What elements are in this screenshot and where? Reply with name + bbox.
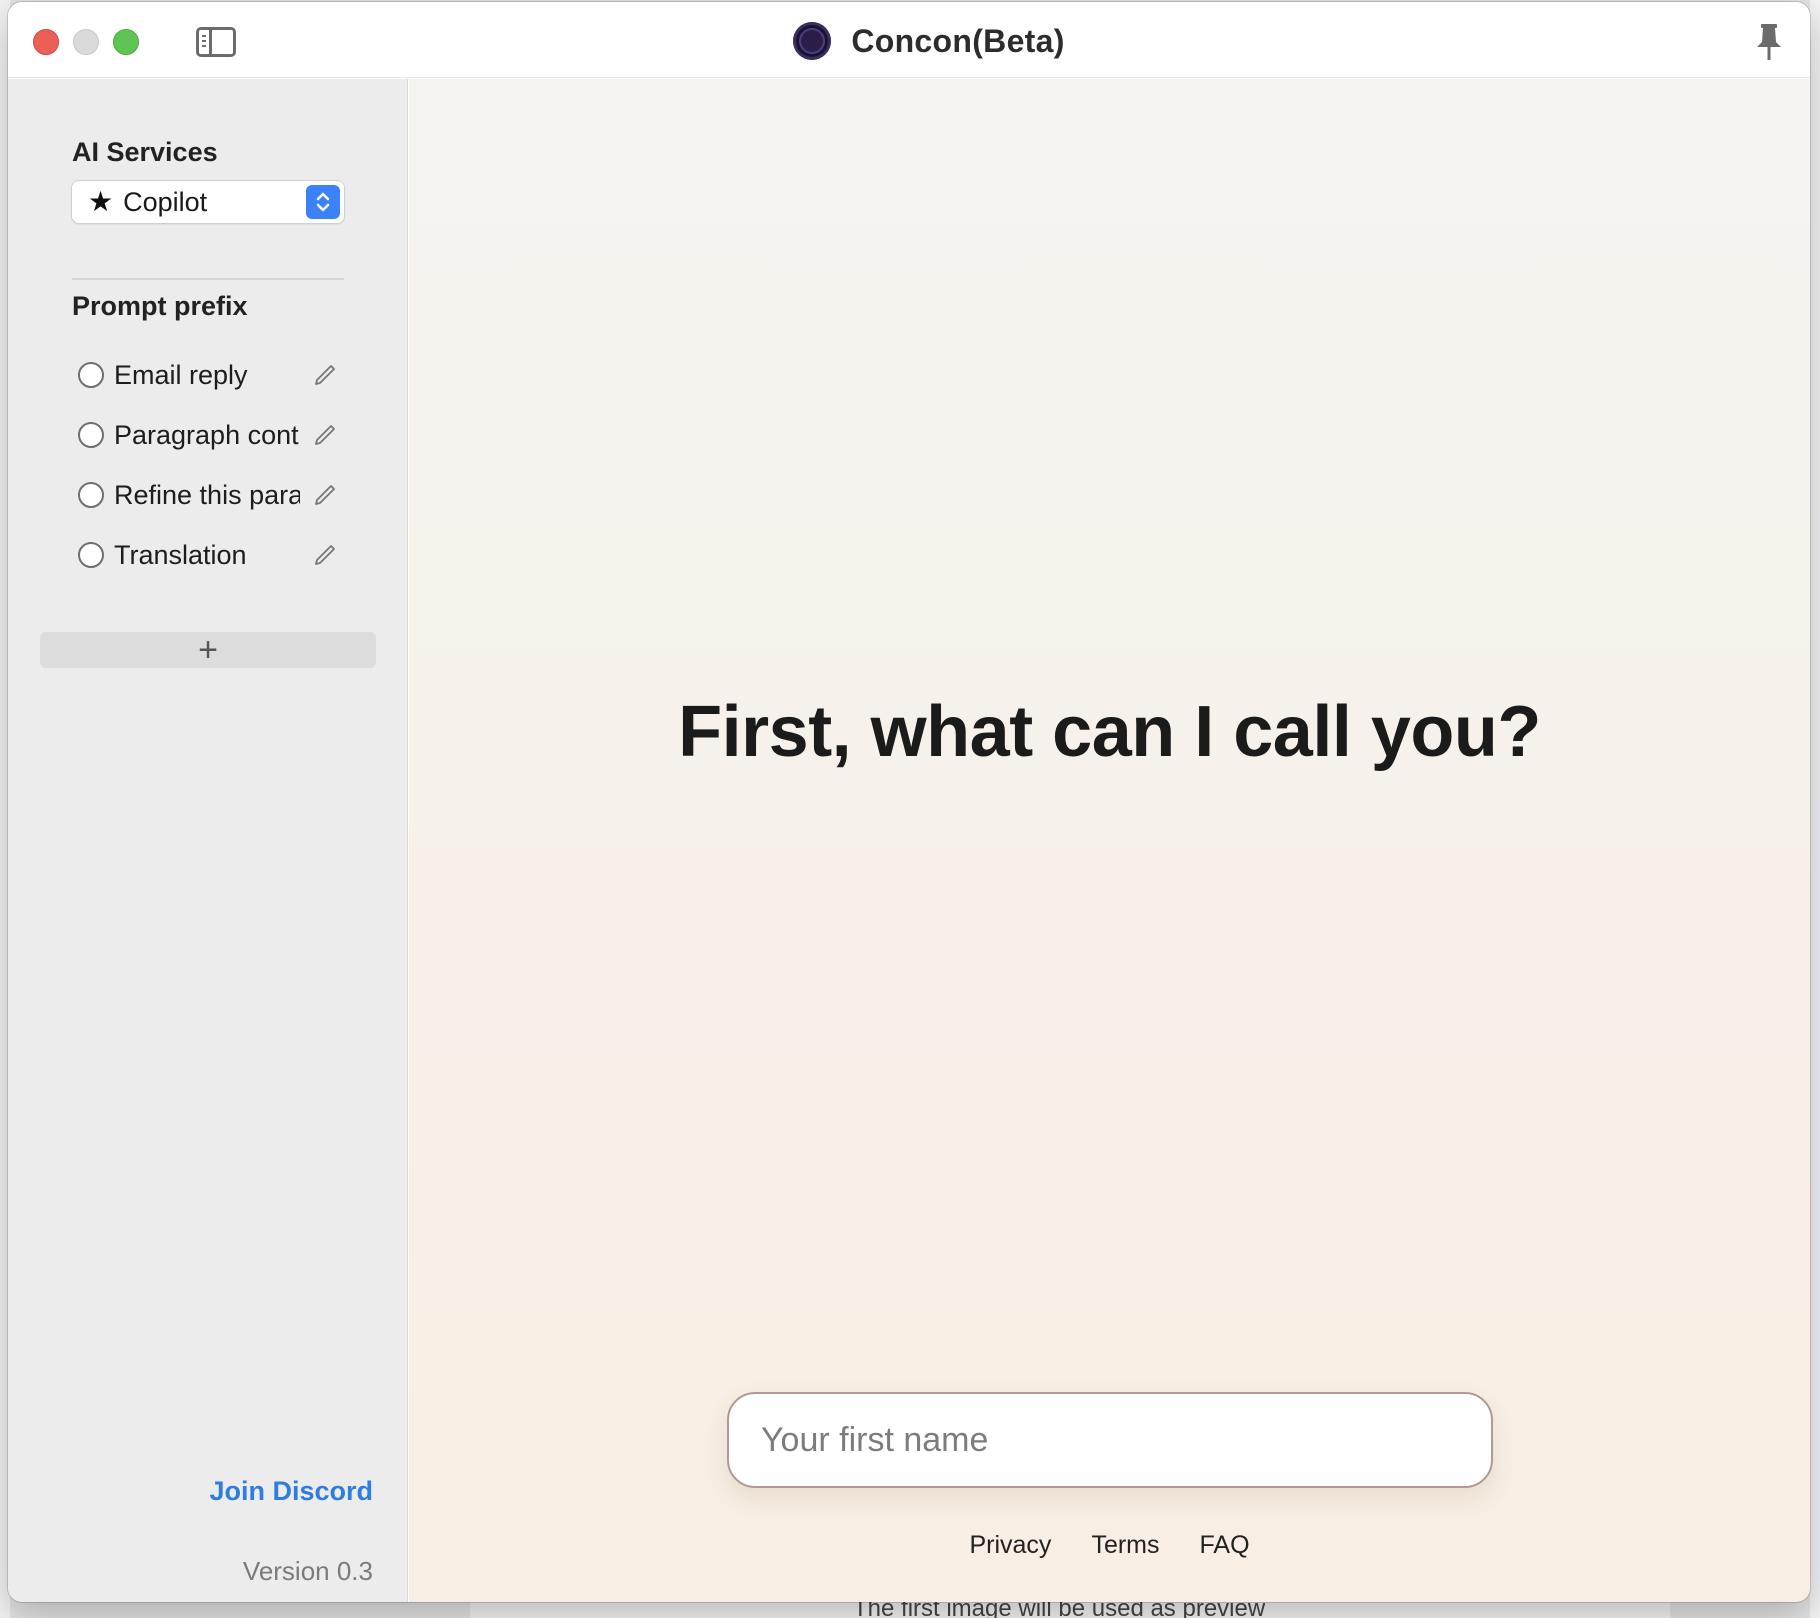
ai-service-select[interactable]: ★ Copilot <box>72 181 344 223</box>
add-prefix-button[interactable]: + <box>40 632 376 668</box>
footer-links: Privacy Terms FAQ <box>409 1531 1810 1560</box>
title-bar: Concon(Beta) <box>8 2 1810 78</box>
prefix-item-translation[interactable]: Translation <box>78 535 343 575</box>
window-title-group: Concon(Beta) <box>8 20 1810 62</box>
prefix-item-paragraph-cont[interactable]: Paragraph cont <box>78 415 343 455</box>
window-title: Concon(Beta) <box>851 22 1065 59</box>
prefix-item-refine-paragraph[interactable]: Refine this para <box>78 475 343 515</box>
prefix-radio[interactable] <box>78 362 104 388</box>
prefix-radio[interactable] <box>78 422 104 448</box>
pencil-icon[interactable] <box>313 483 337 507</box>
chevron-updown-icon <box>306 185 340 219</box>
ai-service-selected-value: Copilot <box>123 186 208 217</box>
prefix-label: Paragraph cont <box>114 419 299 450</box>
sidebar: AI Services ★ Copilot Prompt prefix Emai… <box>8 79 408 1602</box>
join-discord-link[interactable]: Join Discord <box>209 1476 373 1507</box>
pencil-icon[interactable] <box>313 423 337 447</box>
prefix-radio[interactable] <box>78 542 104 568</box>
prefix-radio[interactable] <box>78 482 104 508</box>
pencil-icon[interactable] <box>313 543 337 567</box>
onboarding-headline: First, what can I call you? <box>678 692 1541 772</box>
plus-icon: + <box>198 631 218 669</box>
prefix-label: Email reply <box>114 359 248 390</box>
ai-services-heading: AI Services <box>72 137 218 167</box>
version-label: Version 0.3 <box>242 1556 373 1586</box>
star-icon: ★ <box>88 186 114 217</box>
prompt-prefix-heading: Prompt prefix <box>72 291 248 321</box>
privacy-link[interactable]: Privacy <box>969 1531 1051 1560</box>
first-name-input[interactable] <box>727 1392 1493 1488</box>
app-window: Concon(Beta) AI Services ★ Copilot Promp… <box>8 2 1810 1602</box>
pin-icon[interactable] <box>1754 22 1784 62</box>
app-logo-icon <box>793 22 832 60</box>
main-content: First, what can I call you? Privacy Term… <box>409 79 1810 1602</box>
prefix-label: Translation <box>114 539 247 570</box>
prefix-label: Refine this para <box>114 479 300 510</box>
prefix-item-email-reply[interactable]: Email reply <box>78 355 343 395</box>
background-partial-text: The first image will be used as preview <box>853 1600 1266 1618</box>
faq-link[interactable]: FAQ <box>1200 1531 1250 1560</box>
sidebar-divider <box>72 278 344 280</box>
background-window-right <box>1810 0 1820 1618</box>
terms-link[interactable]: Terms <box>1091 1531 1159 1560</box>
pencil-icon[interactable] <box>313 363 337 387</box>
